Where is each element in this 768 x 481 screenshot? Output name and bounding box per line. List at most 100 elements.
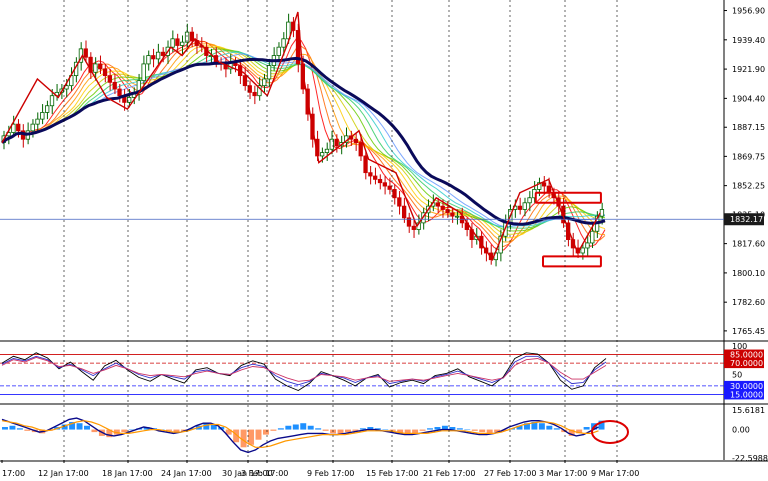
candle-body [281, 38, 286, 48]
candle-body [373, 175, 378, 180]
time-tick-label: 24 Jan 17:00 [161, 469, 212, 478]
candle-body [35, 118, 40, 125]
macd-histogram-bar [471, 429, 478, 431]
candle-body [180, 41, 185, 46]
macd-histogram-bar [464, 429, 471, 431]
candle-body [141, 63, 146, 82]
macd-histogram-bar [419, 429, 426, 431]
macd-histogram-bar [2, 427, 8, 430]
oscillator-tick-label: 100 [732, 342, 747, 351]
candle-body [276, 46, 281, 56]
candle-body [83, 48, 88, 58]
macd-histogram-bar [456, 428, 463, 430]
macd-tick-label: 0.00 [732, 426, 750, 435]
candle-body [599, 209, 605, 217]
macd-histogram-bar [322, 429, 329, 431]
time-tick-label: 9 Mar 17:00 [591, 469, 639, 478]
price-tick-label: 1782.60 [732, 298, 765, 307]
candle-body [16, 123, 21, 132]
candle-body [175, 38, 180, 46]
price-tick-label: 1817.60 [732, 240, 765, 249]
macd-histogram-bar [262, 429, 269, 435]
macd-histogram-bar [434, 427, 441, 430]
macd-histogram-bar [382, 429, 389, 431]
candle-body [546, 185, 552, 194]
candle-body [102, 68, 108, 77]
candle-body [527, 197, 532, 204]
macd-histogram-bar [9, 425, 16, 430]
oscillator-level-label: 15.0000 [730, 390, 763, 399]
macd-histogram-bar [285, 425, 292, 430]
macd-histogram-bar [255, 429, 262, 440]
candle-body [397, 197, 402, 207]
price-tick-label: 1765.45 [732, 327, 765, 336]
time-tick-label: 18 Jan 17:00 [102, 469, 153, 478]
candle-body [358, 142, 363, 157]
macd-histogram-bar [553, 428, 560, 430]
time-tick-label: 3 Mar 17:00 [539, 469, 587, 478]
macd-histogram-bar [84, 425, 90, 430]
candle-body [146, 55, 151, 65]
candle-body [585, 242, 590, 249]
candle-body [455, 215, 460, 218]
price-tick-label: 1887.15 [732, 123, 765, 132]
time-tick-label: 3 Feb 17:00 [241, 469, 288, 478]
candle-body [112, 81, 117, 90]
chart-canvas[interactable]: 1956.90 1939.40 1921.90 1904.40 1887.15 1869.… [0, 0, 768, 481]
candle-body [590, 230, 595, 244]
oscillator-level-label: 70.0000 [730, 359, 763, 368]
candle-body [252, 91, 257, 97]
macd-histogram-bar [270, 429, 277, 431]
chart-background [0, 0, 768, 481]
candle-body [522, 202, 527, 210]
macd-histogram-bar [307, 425, 314, 430]
candle-body [324, 148, 330, 153]
candle-body [411, 225, 416, 230]
macd-histogram-bar [121, 429, 128, 433]
price-tick-label: 1956.90 [732, 7, 765, 16]
macd-histogram-bar [479, 429, 486, 433]
macd-histogram-bar [24, 429, 31, 431]
trading-chart[interactable]: 1956.90 1939.40 1921.90 1904.40 1887.15 1869.… [0, 0, 768, 481]
candle-body [353, 138, 359, 143]
price-tick-label: 1869.75 [732, 152, 765, 161]
macd-tick-label: 15.6181 [732, 406, 765, 415]
candle-body [580, 247, 585, 254]
macd-histogram-bar [292, 424, 299, 430]
candle-body [155, 51, 161, 60]
candle-body [266, 65, 272, 80]
price-tick-label: 1852.25 [732, 182, 765, 191]
candle-body [440, 205, 445, 210]
time-tick-label: 12 Jan 17:00 [38, 469, 89, 478]
candle-body [30, 123, 35, 132]
candle-body [435, 202, 441, 207]
candle-body [319, 152, 325, 157]
candle-body [242, 75, 248, 87]
candle-body [377, 178, 383, 184]
candle-body [93, 63, 98, 73]
candle-body [170, 38, 175, 48]
macd-histogram-bar [315, 428, 322, 430]
time-tick-label: 9 Feb 17:00 [307, 469, 354, 478]
macd-histogram-bar [300, 423, 307, 430]
price-tick-label: 1800.10 [732, 269, 765, 278]
candle-body [382, 182, 387, 187]
candle-body [363, 155, 368, 174]
candle-body [334, 138, 339, 147]
time-tick-label: 15 Feb 17:00 [366, 469, 418, 478]
price-tick-label: 1904.40 [732, 94, 765, 103]
candle-body [541, 182, 547, 187]
macd-histogram-bar [538, 423, 545, 430]
macd-histogram-bar [76, 423, 83, 430]
macd-histogram-bar [248, 429, 255, 445]
macd-tick-label: -22.5988 [732, 454, 768, 463]
macd-histogram-bar [412, 429, 419, 434]
candle-body [98, 63, 103, 70]
candle-body [189, 31, 195, 41]
candle-body [40, 112, 45, 120]
candle-body [392, 189, 397, 199]
macd-histogram-bar [427, 428, 433, 430]
candle-body [160, 51, 166, 56]
candle-body [49, 95, 55, 107]
macd-histogram-bar [277, 428, 284, 430]
